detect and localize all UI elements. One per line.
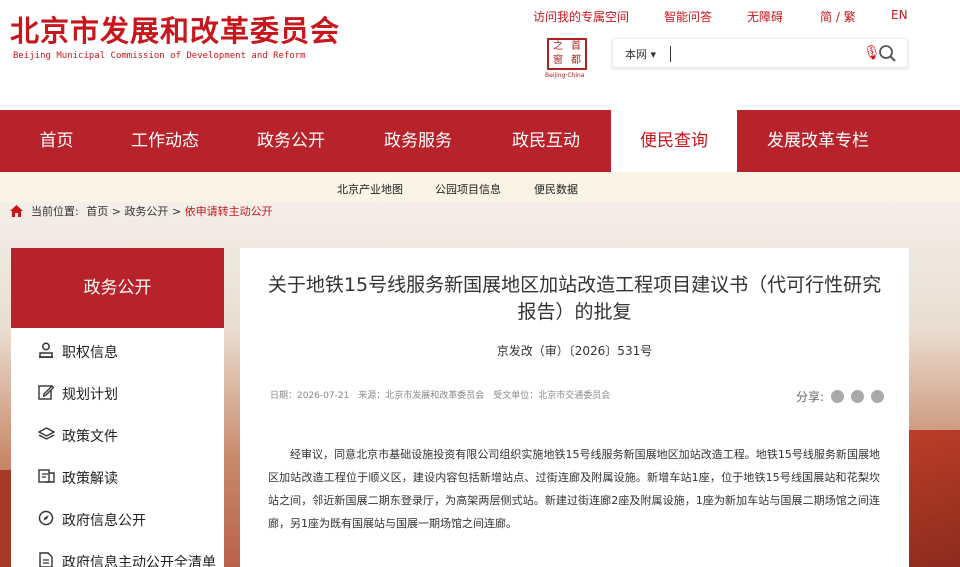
sidebar-item-disclosure-list[interactable]: 政府信息主动公开全清单: [11, 540, 224, 567]
subnav-park-projects[interactable]: 公园项目信息: [435, 181, 501, 197]
breadcrumb-home[interactable]: 首页: [86, 205, 108, 218]
article-title: 关于地铁15号线服务新国展地区加站改造工程项目建议书（代可行性研究报告）的批复: [267, 274, 882, 323]
sub-nav: 北京产业地图 公园项目信息 便民数据: [0, 172, 960, 202]
nav-home[interactable]: 首页: [18, 110, 95, 172]
share-more-icon[interactable]: [870, 390, 884, 403]
sidebar-item-gov-info-disclosure[interactable]: 政府信息公开: [11, 498, 224, 540]
capital-window-logo[interactable]: 之 首 窗 都: [547, 38, 587, 70]
article-body: 经审议，同意北京市基础设施投资有限公司组织实施地铁15号线服务新国展地区加站改造…: [268, 448, 880, 530]
share-wechat-icon[interactable]: [850, 390, 864, 403]
main-nav: 首页 工作动态 政务公开 政务服务 政民互动 便民查询 发展改革专栏: [0, 110, 960, 172]
subnav-industry-map[interactable]: 北京产业地图: [337, 181, 403, 197]
sidebar: 政务公开 职权信息 规划计划 政策文件 政策解读 政府信息公开 政府信息主动公开…: [11, 248, 224, 567]
subnav-public-data[interactable]: 便民数据: [534, 181, 578, 197]
link-smart-qa[interactable]: 智能问答: [664, 8, 712, 25]
nav-gov-affairs-open[interactable]: 政务公开: [246, 110, 336, 172]
document-icon: [39, 552, 53, 567]
search-icon[interactable]: [877, 42, 899, 64]
home-icon: [10, 205, 23, 217]
capital-window-subtitle: Beijing·China: [545, 72, 585, 79]
sidebar-item-policy-interpretation[interactable]: 政策解读: [11, 456, 224, 498]
link-accessibility[interactable]: 无障碍: [747, 8, 783, 25]
share-bar: 分享:: [796, 388, 884, 405]
nav-gov-services[interactable]: 政务服务: [373, 110, 463, 172]
breadcrumb: 当前位置: 首页 > 政务公开 > 依申请转主动公开: [10, 203, 273, 219]
site-header: 北京市发展和改革委员会 Beijing Municipal Commission…: [0, 0, 960, 110]
nav-convenience-query[interactable]: 便民查询: [611, 110, 737, 172]
site-logo-subtitle: Beijing Municipal Commission of Developm…: [13, 51, 306, 61]
share-weibo-icon[interactable]: [830, 390, 844, 403]
sidebar-heading: 政务公开: [11, 248, 224, 328]
sidebar-item-authority-info[interactable]: 职权信息: [11, 330, 224, 372]
user-badge-icon: [39, 342, 53, 358]
link-personal-space[interactable]: 访问我的专属空间: [533, 8, 629, 25]
nav-reform-column[interactable]: 发展改革专栏: [755, 110, 881, 172]
article-panel: 关于地铁15号线服务新国展地区加站改造工程项目建议书（代可行性研究报告）的批复 …: [240, 248, 909, 567]
link-simplified-traditional[interactable]: 简 / 繁: [820, 8, 856, 25]
nav-interaction[interactable]: 政民互动: [500, 110, 592, 172]
sidebar-item-planning[interactable]: 规划计划: [11, 372, 224, 414]
breadcrumb-section[interactable]: 政务公开: [124, 205, 168, 218]
search-scope-dropdown[interactable]: 本网 ▾: [625, 46, 656, 62]
breadcrumb-current[interactable]: 依申请转主动公开: [185, 205, 273, 218]
search-box[interactable]: 本网 ▾ 🎙: [612, 38, 908, 68]
search-input-caret[interactable]: [670, 46, 671, 62]
compass-icon: [38, 510, 54, 526]
link-english[interactable]: EN: [891, 8, 908, 22]
document-number: 京发改（审）〔2026〕531号: [496, 344, 653, 358]
edit-icon: [38, 385, 54, 400]
article-meta: 日期：2026-07-21 来源：北京市发展和改革委员会 受文单位：北京市交通委…: [270, 391, 611, 401]
interpret-icon: [38, 469, 55, 483]
nav-work-news[interactable]: 工作动态: [120, 110, 210, 172]
top-links: 访问我的专属空间 智能问答 无障碍 简 / 繁 EN: [0, 8, 960, 28]
layers-icon: [38, 427, 55, 440]
sidebar-item-policy-documents[interactable]: 政策文件: [11, 414, 224, 456]
